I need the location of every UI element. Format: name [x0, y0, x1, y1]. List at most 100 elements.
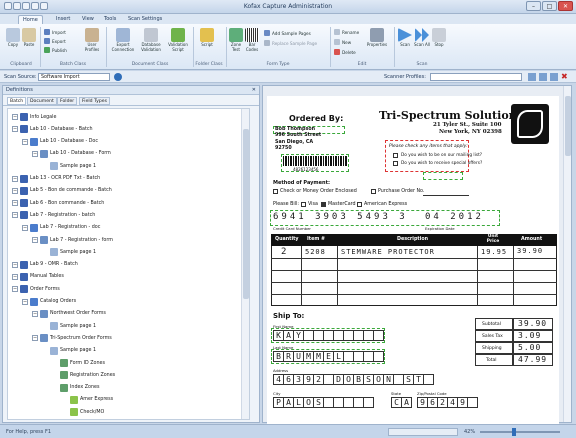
stop-button[interactable]: Stop	[432, 28, 446, 48]
export-connection-button[interactable]: Export Connection	[110, 28, 136, 52]
scan-all-button[interactable]: Scan All	[414, 28, 430, 48]
new-button[interactable]: New	[334, 39, 351, 45]
amex-checkbox[interactable]	[357, 202, 362, 207]
tree-node[interactable]: − Tri-Spectrum Order Forms	[32, 333, 112, 343]
check-mo-checkbox[interactable]	[273, 189, 278, 194]
maximize-button[interactable]: □	[542, 1, 557, 11]
tree-node[interactable]: − Lab 10 - Database - Batch	[12, 124, 93, 134]
visa-checkbox[interactable]	[301, 202, 306, 207]
scan-source-select[interactable]: Software Import	[38, 73, 110, 81]
tab-document[interactable]: Document	[27, 97, 57, 105]
expand-toggle-icon[interactable]: −	[12, 126, 18, 133]
zoom-slider[interactable]	[480, 431, 560, 433]
tree-node[interactable]: − Lab 7 - Registration - doc	[22, 223, 100, 233]
close-button[interactable]: ✕	[558, 1, 573, 11]
tree-node[interactable]: − Lab 7 - Registration - batch	[12, 210, 95, 220]
database-validation-button[interactable]: Database Validation	[138, 28, 164, 52]
tree-node[interactable]: − Lab 10 - Database - Form	[32, 149, 111, 159]
tree-node[interactable]: − Lab 5 - Bon de commande - Batch	[12, 186, 112, 196]
tree-node[interactable]: − Catalog Orders	[22, 297, 76, 307]
scan-button[interactable]: Scan	[398, 28, 412, 48]
expand-toggle-icon[interactable]: −	[12, 286, 18, 293]
export-button[interactable]: Export	[44, 38, 66, 44]
tree-node[interactable]: − Northwest Order Forms	[32, 309, 106, 319]
properties-button[interactable]: Properties	[364, 28, 390, 48]
publish-button[interactable]: Publish	[44, 47, 67, 53]
index-zone[interactable]	[423, 172, 463, 180]
tab-home[interactable]: Home	[18, 15, 43, 24]
tree-node[interactable]: Sample page 1	[42, 247, 96, 257]
minimize-button[interactable]: –	[526, 1, 541, 11]
mailing-list-checkbox[interactable]	[393, 153, 398, 158]
copy-button[interactable]: Copy	[6, 28, 20, 48]
viewer-scroll-thumb[interactable]	[565, 96, 571, 156]
expand-toggle-icon[interactable]: −	[12, 273, 18, 280]
tree-node[interactable]: Sample page 1	[42, 346, 96, 356]
close-pane-icon[interactable]: ✕	[252, 86, 256, 95]
tree-node[interactable]: − Lab 13 - OCR PDF Txt - Batch	[12, 174, 100, 184]
po-checkbox[interactable]	[371, 189, 376, 194]
tree-node[interactable]: Registration Zones	[52, 370, 115, 380]
viewer-scrollbar[interactable]	[563, 86, 571, 422]
tab-batch[interactable]: Batch	[7, 97, 27, 105]
expand-toggle-icon[interactable]: −	[22, 298, 28, 305]
tab-view[interactable]: View	[78, 15, 98, 23]
user-profiles-button[interactable]: User Profiles	[82, 28, 102, 52]
tree-node[interactable]: − Manual Tables	[12, 272, 64, 282]
validation-script-button[interactable]: Validation Script	[166, 28, 190, 52]
tree-node[interactable]: Form ID Zones	[52, 358, 105, 368]
mastercard-checkbox[interactable]	[321, 202, 326, 207]
expand-toggle-icon[interactable]: −	[12, 212, 18, 219]
copy-profile-icon[interactable]	[550, 73, 558, 81]
expand-toggle-icon[interactable]: −	[32, 237, 38, 243]
paste-button[interactable]: Paste	[22, 28, 36, 48]
tab-field-types[interactable]: Field Types	[79, 97, 111, 105]
tree-node-label: Lab 5 - Bon de commande - Batch	[30, 188, 112, 194]
expand-toggle-icon[interactable]: −	[22, 224, 28, 231]
refresh-profile-icon[interactable]	[528, 73, 536, 81]
expand-toggle-icon[interactable]: −	[32, 335, 38, 342]
expand-toggle-icon[interactable]: −	[12, 187, 18, 194]
expand-toggle-icon[interactable]: −	[22, 138, 28, 145]
first-name-zone[interactable]	[271, 328, 385, 343]
tree-scrollbar[interactable]	[241, 109, 249, 419]
tree-node[interactable]: − Info Legale	[12, 112, 56, 122]
bar-codes-button[interactable]: Bar Codes	[245, 28, 259, 52]
tab-folder[interactable]: Folder	[57, 97, 78, 105]
scanner-profiles-select[interactable]	[430, 73, 522, 81]
tree-node[interactable]: − Order Forms	[12, 284, 60, 294]
tab-insert[interactable]: Insert	[52, 15, 74, 23]
tab-scan-settings[interactable]: Scan Settings	[124, 15, 166, 23]
tree-node[interactable]: Check/MO	[62, 407, 104, 417]
tree-node[interactable]: − Lab 10 - Database - Doc	[22, 137, 98, 147]
scan-source-settings-icon[interactable]	[114, 73, 122, 81]
tab-tools[interactable]: Tools	[100, 15, 120, 23]
expand-toggle-icon[interactable]: −	[32, 150, 38, 157]
view-mode-buttons[interactable]	[388, 428, 458, 436]
folder-script-button[interactable]: Script	[198, 28, 216, 48]
rename-button[interactable]: Rename	[334, 29, 359, 35]
tree-scroll-thumb[interactable]	[243, 129, 249, 299]
tree-node[interactable]: − Lab 9 - OMR - Batch	[12, 260, 78, 270]
zoom-slider-handle[interactable]	[512, 428, 516, 436]
expand-toggle-icon[interactable]: −	[12, 114, 18, 120]
expand-toggle-icon[interactable]: −	[12, 175, 18, 182]
zone-test-button[interactable]: Zone Test	[229, 28, 243, 52]
special-offers-checkbox[interactable]	[393, 161, 398, 166]
tree-node[interactable]: Amer Express	[62, 395, 113, 405]
tree-node[interactable]: Sample page 1	[42, 321, 96, 331]
save-profile-icon[interactable]	[539, 73, 547, 81]
expand-toggle-icon[interactable]: −	[12, 261, 18, 268]
tree-node[interactable]: − Lab 6 - Bon commande - Batch	[12, 198, 104, 208]
tree-node[interactable]: Sample page 1	[42, 161, 96, 171]
add-sample-pages-button[interactable]: Add Sample Pages	[264, 30, 311, 36]
replace-sample-page-button[interactable]: Replace Sample Page	[264, 40, 317, 46]
tree-node[interactable]: − Lab 7 - Registration - form	[32, 235, 113, 245]
tree-node[interactable]: Index Zones	[52, 383, 99, 393]
delete-button[interactable]: Delete	[334, 49, 356, 55]
expand-toggle-icon[interactable]: −	[32, 310, 38, 317]
import-button[interactable]: Import	[44, 29, 66, 35]
last-name-zone[interactable]	[271, 349, 385, 364]
delete-profile-icon[interactable]: ✖	[561, 72, 568, 81]
expand-toggle-icon[interactable]: −	[12, 200, 18, 207]
